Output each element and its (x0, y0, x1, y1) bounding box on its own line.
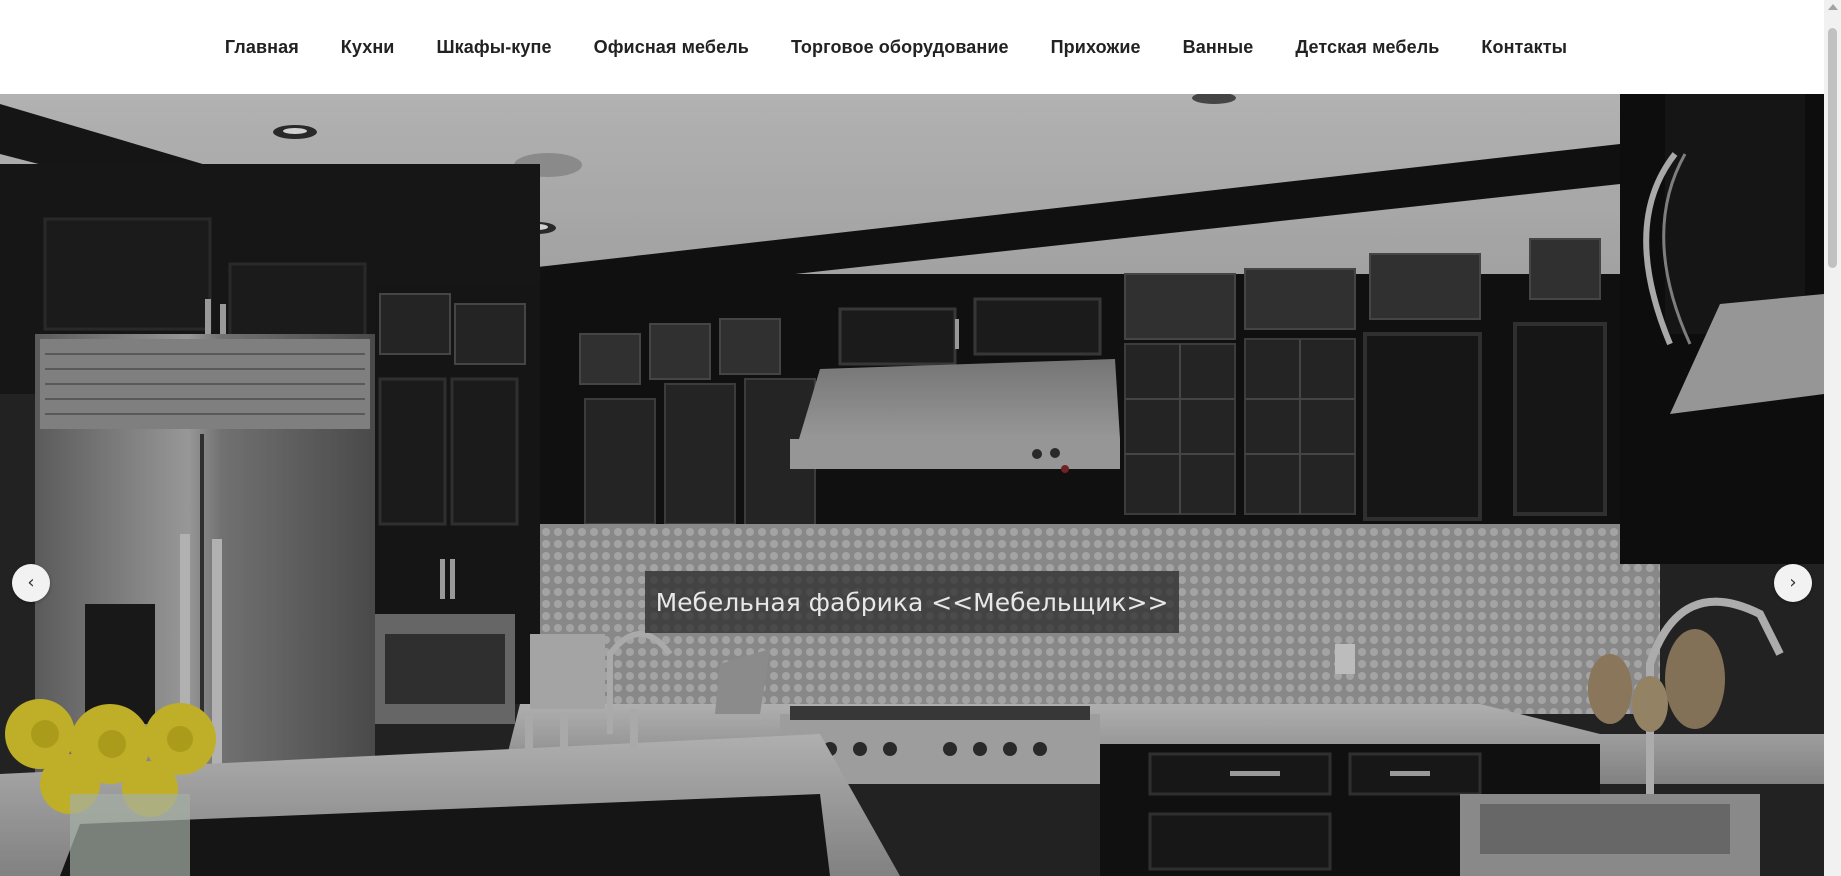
nav-item-contacts[interactable]: Контакты (1460, 37, 1588, 58)
slide-caption-text: Мебельная фабрика <<Мебельщик>> (655, 587, 1169, 617)
nav-item-hallways[interactable]: Прихожие (1030, 37, 1162, 58)
nav-item-kitchens[interactable]: Кухни (320, 37, 416, 58)
slide-caption: Мебельная фабрика <<Мебельщик>> (645, 571, 1179, 633)
nav-list: Главная Кухни Шкафы-купе Офисная мебель … (204, 37, 1588, 58)
scrollbar-thumb[interactable] (1828, 28, 1837, 268)
top-navigation: Главная Кухни Шкафы-купе Офисная мебель … (0, 0, 1824, 94)
nav-item-bathrooms[interactable]: Ванные (1162, 37, 1275, 58)
nav-item-kids-furniture[interactable]: Детская мебель (1274, 37, 1460, 58)
carousel-prev-button[interactable]: ‹ (12, 564, 50, 602)
hero-carousel: Мебельная фабрика <<Мебельщик>> (0, 94, 1824, 876)
nav-item-retail-equipment[interactable]: Торговое оборудование (770, 37, 1030, 58)
page-scrollbar[interactable] (1824, 0, 1841, 876)
nav-item-office-furniture[interactable]: Офисная мебель (573, 37, 770, 58)
scroll-up-icon[interactable] (1828, 4, 1838, 10)
carousel-next-button[interactable]: › (1774, 564, 1812, 602)
nav-item-home[interactable]: Главная (204, 37, 320, 58)
page: Главная Кухни Шкафы-купе Офисная мебель … (0, 0, 1841, 876)
hero-dim-overlay (0, 94, 1824, 876)
nav-item-wardrobes[interactable]: Шкафы-купе (415, 37, 572, 58)
chevron-left-icon: ‹ (27, 572, 35, 593)
chevron-right-icon: › (1789, 572, 1797, 593)
